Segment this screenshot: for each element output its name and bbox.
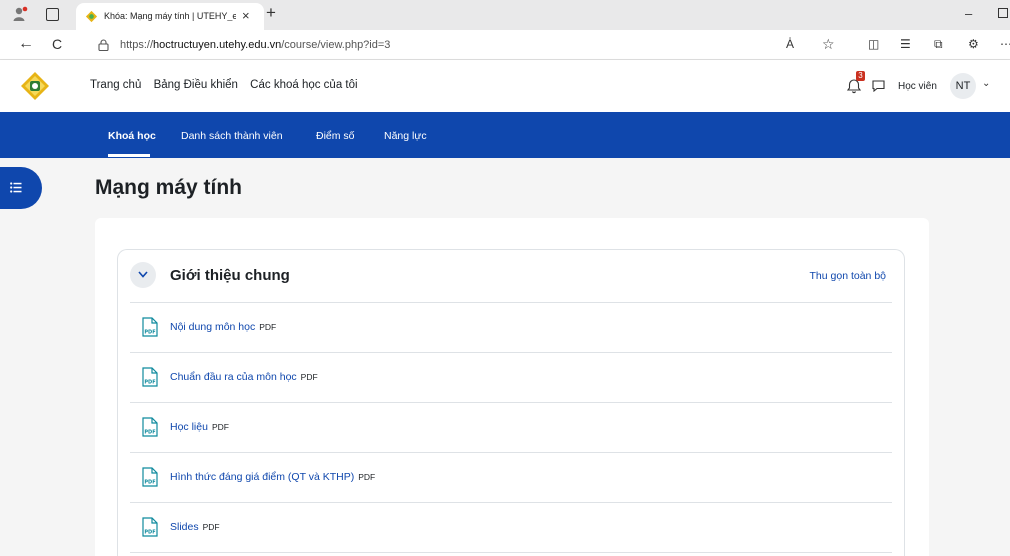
profile-icon[interactable] [12,6,28,22]
activity-item[interactable]: PDF Chuẩn đầu ra của môn học PDF [130,353,892,403]
collections-icon[interactable]: ⧉ [934,37,943,51]
chat-icon[interactable] [872,80,885,92]
activity-item[interactable]: PDF Hình thức đáng giá điểm (QT và KTHP)… [130,453,892,503]
active-tab-indicator [108,154,150,157]
activity-type: PDF [358,472,376,482]
activity-link[interactable]: Hình thức đáng giá điểm (QT và KTHP) PDF [170,471,375,483]
activity-type: PDF [211,422,229,432]
svg-text:PDF: PDF [144,430,155,436]
notification-badge: 3 [856,71,865,81]
url-text: https://hoctructuyen.utehy.edu.vn/course… [120,39,391,51]
nav-home[interactable]: Trang chủ [90,79,141,91]
section-collapse-toggle[interactable] [130,262,156,288]
svg-text:PDF: PDF [144,380,155,386]
read-aloud-icon[interactable]: A͗ [786,37,794,51]
tab-course[interactable]: Khoá học [108,130,156,142]
pdf-file-icon: PDF [142,517,158,537]
url-field[interactable]: https://hoctructuyen.utehy.edu.vn/course… [86,33,846,57]
user-role: Học viên [898,81,937,92]
minimize-button[interactable]: – [965,6,972,21]
lock-icon [98,39,109,51]
list-icon [10,182,22,193]
new-tab-button[interactable]: + [266,3,276,23]
extensions-icon[interactable]: ⚙ [968,37,979,51]
svg-text:PDF: PDF [144,480,155,486]
activity-link[interactable]: Chuẩn đầu ra của môn học PDF [170,371,318,383]
activity-item[interactable]: PDF Slides PDF [130,503,892,553]
tab-competencies[interactable]: Năng lực [384,130,427,142]
course-index-toggle[interactable] [0,167,42,209]
favorites-list-icon[interactable]: ☰ [900,37,911,51]
course-secondary-nav: Khoá học Danh sách thành viên Điểm số Nă… [0,112,1010,158]
pdf-file-icon: PDF [142,367,158,387]
nav-my-courses[interactable]: Các khoá học của tôi [250,79,357,91]
tab-title: Khóa: Mạng máy tính | UTEHY_el [104,11,236,21]
more-menu-icon[interactable]: ⋯ [1000,37,1010,51]
back-button[interactable]: ← [18,35,34,53]
pdf-file-icon: PDF [142,417,158,437]
page-title: Mạng máy tính [95,176,243,199]
pdf-file-icon: PDF [142,467,158,487]
tab-actions-icon[interactable] [46,8,59,21]
tab-close-icon[interactable]: × [242,8,250,24]
activity-type: PDF [202,522,220,532]
course-content: Giới thiệu chung Thu gọn toàn bộ PDF Nội… [95,218,929,556]
nav-dashboard[interactable]: Bảng Điều khiển [154,79,238,91]
course-section: Giới thiệu chung Thu gọn toàn bộ PDF Nội… [117,249,905,556]
site-navbar: Trang chủ Bảng Điều khiển Các khoá học c… [0,60,1010,112]
user-avatar[interactable]: NT [950,73,976,99]
browser-tab-strip: Khóa: Mạng máy tính | UTEHY_el × + – [0,0,1010,30]
tab-grades[interactable]: Điểm số [316,130,355,142]
activity-type: PDF [300,372,318,382]
pdf-file-icon: PDF [142,317,158,337]
restore-window-button[interactable] [998,8,1008,18]
split-screen-icon[interactable]: ◫ [868,37,879,51]
reload-button[interactable]: C [52,35,62,53]
activity-link[interactable]: Nội dung môn học PDF [170,321,276,333]
primary-navigation: Trang chủ Bảng Điều khiển Các khoá học c… [90,79,367,91]
section-title: Giới thiệu chung [170,267,290,284]
activity-item[interactable]: PDF Nội dung môn học PDF [130,303,892,353]
svg-text:PDF: PDF [144,330,155,336]
activity-link[interactable]: Học liệu PDF [170,421,229,433]
chevron-down-icon[interactable]: ⌄ [982,78,990,89]
svg-text:PDF: PDF [144,530,155,536]
chevron-down-icon [138,271,148,278]
site-logo-icon[interactable] [20,71,50,101]
browser-tab[interactable]: Khóa: Mạng máy tính | UTEHY_el × [76,3,264,30]
favorite-star-icon[interactable]: ☆ [822,37,835,51]
address-bar-row: ← C https://hoctructuyen.utehy.edu.vn/co… [0,30,1010,60]
collapse-all-link[interactable]: Thu gọn toàn bộ [810,270,886,282]
activity-item[interactable]: PDF Học liệu PDF [130,403,892,453]
activity-link[interactable]: Slides PDF [170,521,220,533]
activity-type: PDF [259,322,277,332]
site-favicon-icon [85,10,98,23]
tab-participants[interactable]: Danh sách thành viên [181,130,283,142]
